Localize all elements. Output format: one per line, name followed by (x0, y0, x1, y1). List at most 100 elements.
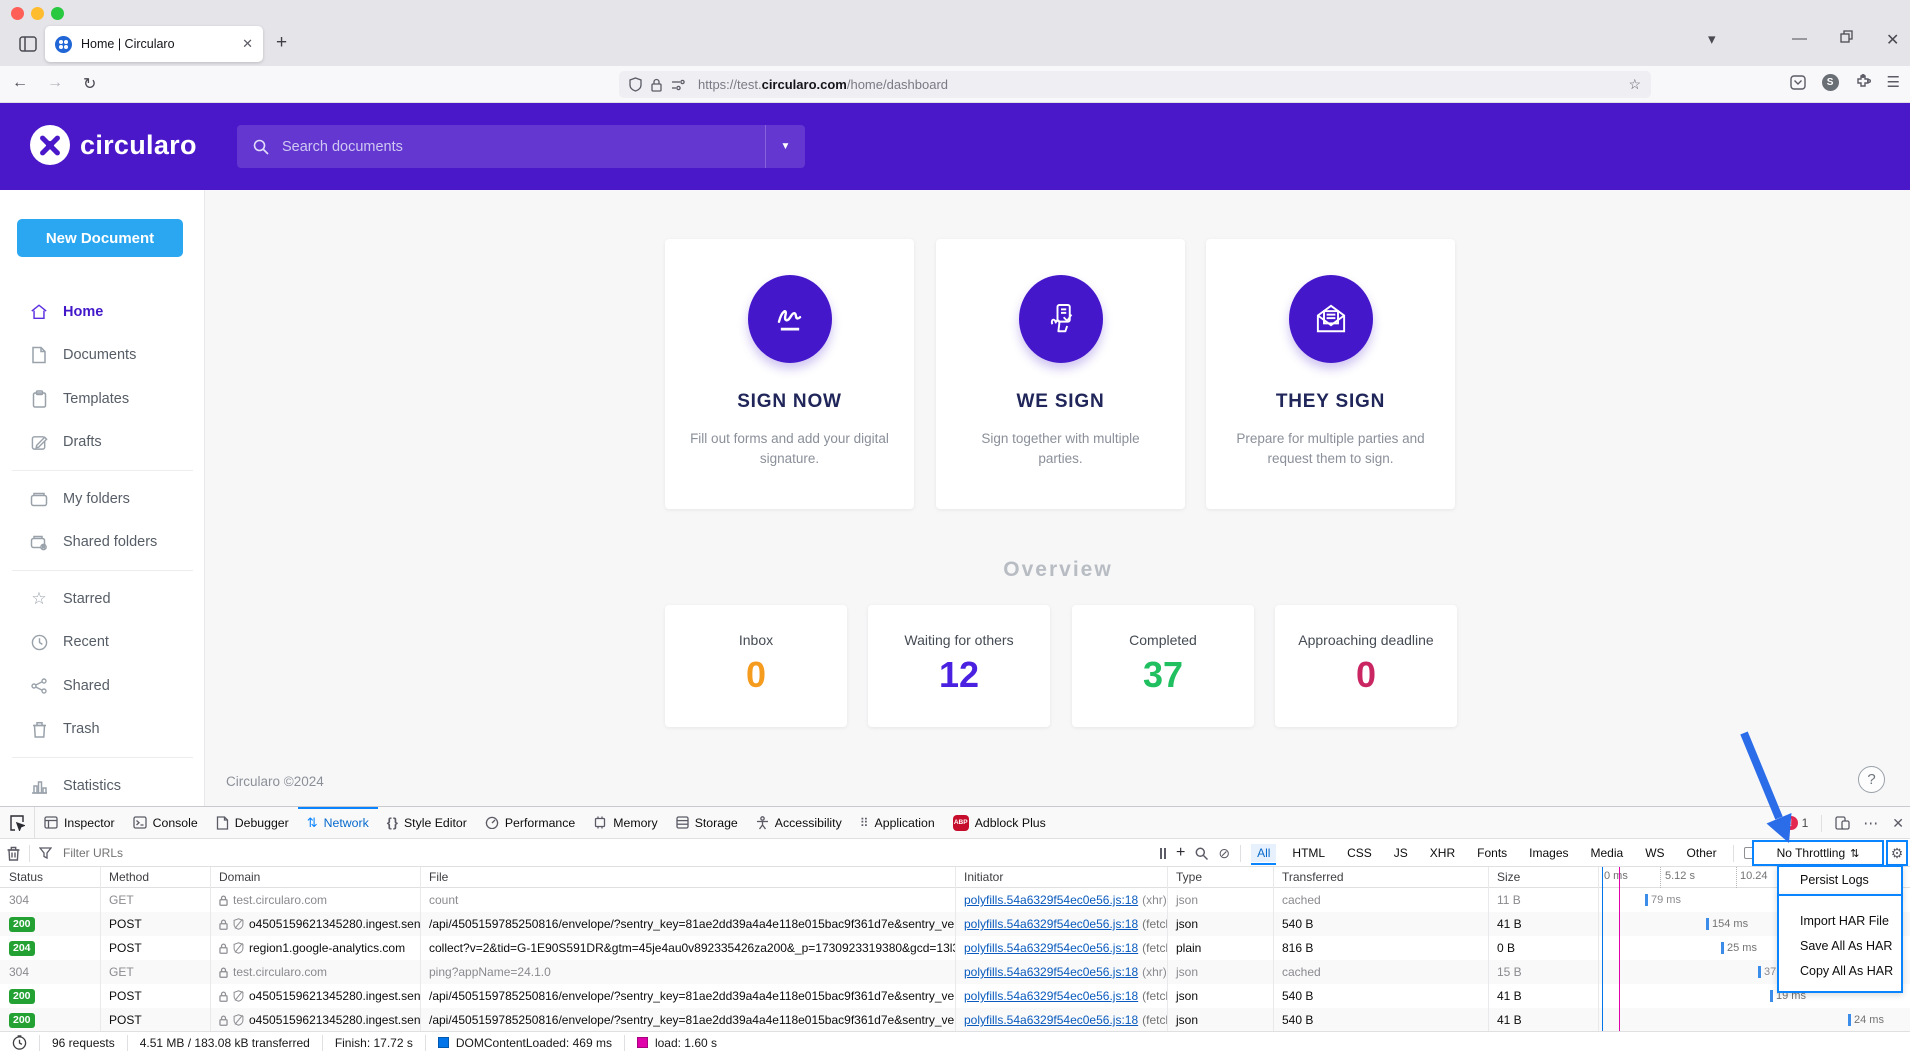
perf-clock-icon[interactable] (12, 1035, 27, 1050)
tab-console[interactable]: Console (124, 807, 207, 838)
initiator-link[interactable]: polyfills.54a6329f54ec0e56.js:18 (964, 917, 1138, 931)
col-domain[interactable]: Domain (210, 867, 420, 887)
throttling-dropdown[interactable]: No Throttling ⇅ (1752, 840, 1884, 866)
we-sign-card[interactable]: WE SIGN Sign together with multiple part… (936, 239, 1185, 509)
tab-accessibility[interactable]: Accessibility (747, 807, 851, 838)
browser-tab[interactable]: Home | Circularo ✕ (45, 26, 263, 62)
new-document-button[interactable]: New Document (17, 219, 183, 257)
sidebar-item-recent[interactable]: Recent (0, 621, 205, 665)
col-status[interactable]: Status (0, 867, 100, 887)
filter-pill-xhr[interactable]: XHR (1424, 844, 1461, 862)
sidebar-item-starred[interactable]: ☆ Starred (0, 577, 205, 621)
reload-icon[interactable]: ↻ (83, 74, 96, 94)
tab-memory[interactable]: Memory (584, 807, 666, 838)
col-method[interactable]: Method (100, 867, 210, 887)
bookmark-star-icon[interactable]: ☆ (1628, 76, 1641, 93)
sidebar-item-statistics[interactable]: Statistics (0, 764, 205, 806)
search-options-chevron-icon[interactable]: ▼ (765, 125, 805, 168)
col-type[interactable]: Type (1167, 867, 1273, 887)
initiator-link[interactable]: polyfills.54a6329f54ec0e56.js:18 (964, 893, 1138, 907)
filter-pill-css[interactable]: CSS (1341, 844, 1378, 862)
macos-zoom-button[interactable] (51, 7, 64, 20)
list-tabs-icon[interactable]: ▾ (1708, 30, 1716, 48)
tab-debugger[interactable]: Debugger (207, 807, 298, 838)
stat-card-waiting[interactable]: Waiting for others 12 (868, 605, 1050, 727)
col-initiator[interactable]: Initiator (955, 867, 1167, 887)
col-size[interactable]: Size (1488, 867, 1598, 887)
window-close-icon[interactable]: ✕ (1886, 30, 1899, 50)
tab-storage[interactable]: Storage (667, 807, 747, 838)
url-bar[interactable]: https://test.circularo.com/home/dashboar… (619, 71, 1651, 98)
search-bar[interactable]: Search documents ▼ (237, 125, 805, 168)
lock-icon[interactable] (651, 78, 662, 92)
sidebar-item-trash[interactable]: Trash (0, 708, 205, 752)
tab-style-editor[interactable]: { } Style Editor (378, 807, 476, 838)
shield-icon[interactable] (629, 77, 642, 92)
meatball-menu-icon[interactable]: ⋯ (1863, 814, 1879, 832)
add-request-icon[interactable]: + (1176, 844, 1185, 862)
devtools-close-icon[interactable]: ✕ (1892, 815, 1904, 832)
window-minimize-icon[interactable]: — (1792, 30, 1807, 47)
sign-now-card[interactable]: SIGN NOW Fill out forms and add your dig… (665, 239, 914, 509)
initiator-link[interactable]: polyfills.54a6329f54ec0e56.js:18 (964, 989, 1138, 1003)
stat-card-completed[interactable]: Completed 37 (1072, 605, 1254, 727)
pocket-icon[interactable] (1790, 75, 1806, 90)
clear-requests-trash-icon[interactable] (7, 846, 20, 861)
help-button[interactable]: ? (1858, 766, 1885, 793)
they-sign-card[interactable]: THEY SIGN Prepare for multiple parties a… (1206, 239, 1455, 509)
stat-card-inbox[interactable]: Inbox 0 (665, 605, 847, 727)
col-transferred[interactable]: Transferred (1273, 867, 1488, 887)
pick-element-icon[interactable] (0, 807, 35, 838)
filter-pill-ws[interactable]: WS (1639, 844, 1670, 862)
pause-icon[interactable] (1160, 848, 1166, 859)
forward-icon[interactable]: → (47, 74, 63, 92)
sidebar-item-templates[interactable]: Templates (0, 377, 205, 421)
firefox-view-icon[interactable] (16, 32, 40, 56)
tab-application[interactable]: ⠿ Application (851, 807, 944, 838)
sidebar-item-my-folders[interactable]: My folders (0, 477, 205, 521)
filter-pill-fonts[interactable]: Fonts (1471, 844, 1513, 862)
initiator-link[interactable]: polyfills.54a6329f54ec0e56.js:18 (964, 965, 1138, 979)
responsive-design-icon[interactable] (1835, 816, 1850, 830)
sidebar-item-drafts[interactable]: Drafts (0, 421, 205, 465)
tab-adblock-plus[interactable]: ABP Adblock Plus (944, 807, 1055, 838)
filter-pill-other[interactable]: Other (1681, 844, 1723, 862)
tab-inspector[interactable]: Inspector (35, 807, 124, 838)
initiator-link[interactable]: polyfills.54a6329f54ec0e56.js:18 (964, 941, 1138, 955)
devtools-tabbar: Inspector Console Debugger ⇅ Network { }… (0, 807, 1910, 839)
filter-urls-input[interactable]: Filter URLs (63, 846, 123, 860)
sidebar-item-documents[interactable]: Documents (0, 334, 205, 378)
search-requests-icon[interactable] (1195, 847, 1208, 860)
menu-item-save-all-har[interactable]: Save All As HAR (1779, 934, 1901, 959)
extensions-puzzle-icon[interactable] (1855, 74, 1871, 90)
stat-card-deadline[interactable]: Approaching deadline 0 (1275, 605, 1457, 727)
tab-performance[interactable]: Performance (476, 807, 584, 838)
circularo-logo[interactable]: circularo (30, 125, 197, 165)
filter-pill-images[interactable]: Images (1523, 844, 1574, 862)
extension-badge[interactable]: S (1822, 74, 1839, 91)
permissions-icon[interactable] (671, 79, 685, 91)
filter-pill-media[interactable]: Media (1585, 844, 1630, 862)
macos-close-button[interactable] (11, 7, 24, 20)
initiator-link[interactable]: polyfills.54a6329f54ec0e56.js:18 (964, 1013, 1138, 1027)
macos-minimize-button[interactable] (31, 7, 44, 20)
menu-item-copy-all-har[interactable]: Copy All As HAR (1779, 959, 1901, 984)
filter-pill-js[interactable]: JS (1388, 844, 1414, 862)
filter-pill-html[interactable]: HTML (1286, 844, 1331, 862)
filter-pill-all[interactable]: All (1251, 844, 1276, 862)
sidebar-item-home[interactable]: Home (0, 290, 205, 334)
window-restore-icon[interactable] (1840, 30, 1853, 43)
new-tab-button[interactable]: + (276, 32, 287, 54)
hamburger-menu-icon[interactable]: ☰ (1887, 73, 1900, 91)
sidebar-item-shared-folders[interactable]: Shared folders (0, 521, 205, 565)
error-counter[interactable]: ! 1 (1784, 816, 1809, 830)
network-settings-gear-icon[interactable]: ⚙ (1886, 840, 1908, 866)
block-requests-icon[interactable]: ⊘ (1218, 845, 1230, 862)
tab-close-icon[interactable]: ✕ (242, 36, 253, 52)
tab-network[interactable]: ⇅ Network (298, 807, 378, 838)
sidebar-item-shared[interactable]: Shared (0, 664, 205, 708)
menu-item-persist-logs[interactable]: Persist Logs (1779, 867, 1901, 894)
menu-item-import-har[interactable]: Import HAR File (1779, 909, 1901, 934)
col-file[interactable]: File (420, 867, 955, 887)
back-icon[interactable]: ← (12, 74, 28, 92)
